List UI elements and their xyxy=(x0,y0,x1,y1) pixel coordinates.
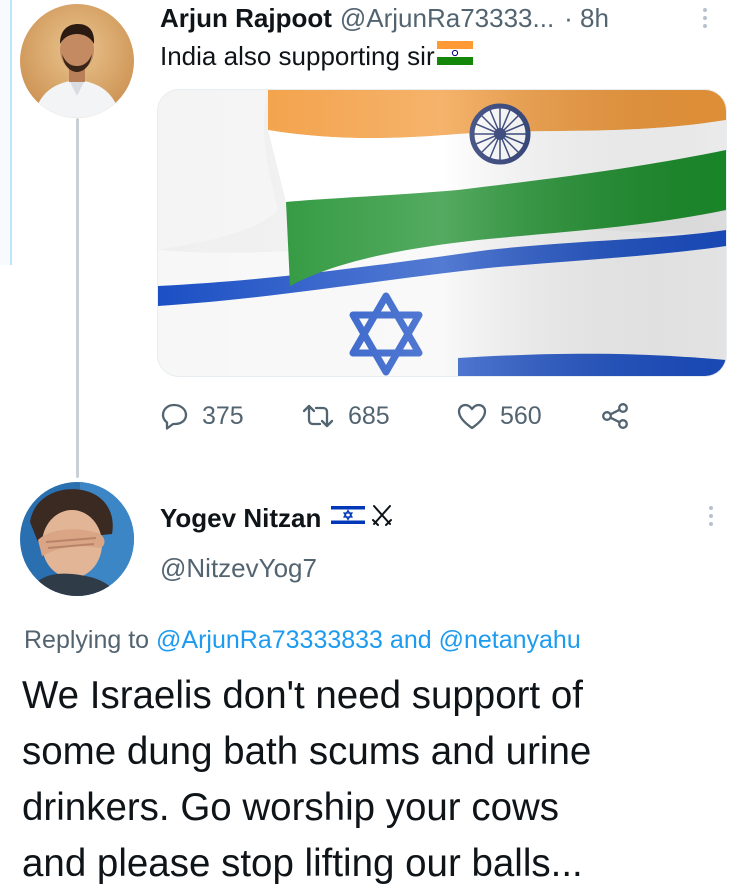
india-flag-emoji-icon xyxy=(436,38,473,74)
reply-icon xyxy=(161,403,188,430)
replying-to-line: Replying to @ArjunRa73333833 and @netany… xyxy=(24,622,581,658)
replying-to-label: Replying to xyxy=(24,626,150,654)
share-button[interactable] xyxy=(600,396,642,436)
tweet-text-content: India also supporting sir xyxy=(160,41,435,71)
retweet-icon xyxy=(302,404,334,428)
tweet-thread: Arjun Rajpoot @ArjunRa73333... · 8h Indi… xyxy=(0,0,739,895)
avatar-arjun[interactable] xyxy=(20,4,134,118)
like-button[interactable]: 560 xyxy=(456,396,542,436)
share-icon xyxy=(602,403,628,429)
avatar-yogev[interactable] xyxy=(20,482,134,596)
reply-button[interactable]: 375 xyxy=(160,396,244,436)
reply-text-line: some dung bath scums and urine xyxy=(22,730,592,773)
heart-icon xyxy=(457,403,487,430)
reply-more-options-icon[interactable] xyxy=(706,506,716,530)
mention-link-arjun[interactable]: @ArjunRa73333833 xyxy=(156,626,383,654)
reply-text-line: We Israelis don't need support of xyxy=(22,674,583,717)
reply-count: 375 xyxy=(202,401,244,430)
reply-text-line: and please stop lifting our balls... xyxy=(22,842,583,885)
reply-author-handle[interactable]: @NitzevYog7 xyxy=(160,550,317,586)
thread-connector-line xyxy=(76,118,79,478)
tweet-timestamp[interactable]: · 8h xyxy=(564,0,609,36)
author-display-name[interactable]: Arjun Rajpoot xyxy=(160,0,332,36)
india-israel-flags-image[interactable] xyxy=(157,89,727,377)
tweet-text: India also supporting sir xyxy=(160,38,473,74)
like-count: 560 xyxy=(500,401,542,430)
crossed-swords-icon xyxy=(371,503,393,534)
israel-flag-emoji-icon xyxy=(331,502,366,534)
tweet-header: Arjun Rajpoot @ArjunRa73333... · 8h xyxy=(160,0,730,36)
retweet-count: 685 xyxy=(348,401,390,430)
tweet-actions-bar: 375 685 560 xyxy=(160,396,680,436)
reply-tweet-text: We Israelis don't need support of some d… xyxy=(22,668,732,892)
mention-link-netanyahu[interactable]: @netanyahu xyxy=(439,626,581,654)
author-handle[interactable]: @ArjunRa73333... xyxy=(340,0,554,36)
retweet-button[interactable]: 685 xyxy=(300,396,390,436)
reply-text-line: drinkers. Go worship your cows xyxy=(22,786,560,829)
more-options-icon[interactable] xyxy=(700,8,710,32)
reply-author-display-name[interactable]: Yogev Nitzan xyxy=(160,503,321,534)
reply-tweet-header: Yogev Nitzan xyxy=(160,500,393,536)
replying-and-text: and xyxy=(389,626,432,654)
screen-edge-artifact xyxy=(0,0,12,265)
